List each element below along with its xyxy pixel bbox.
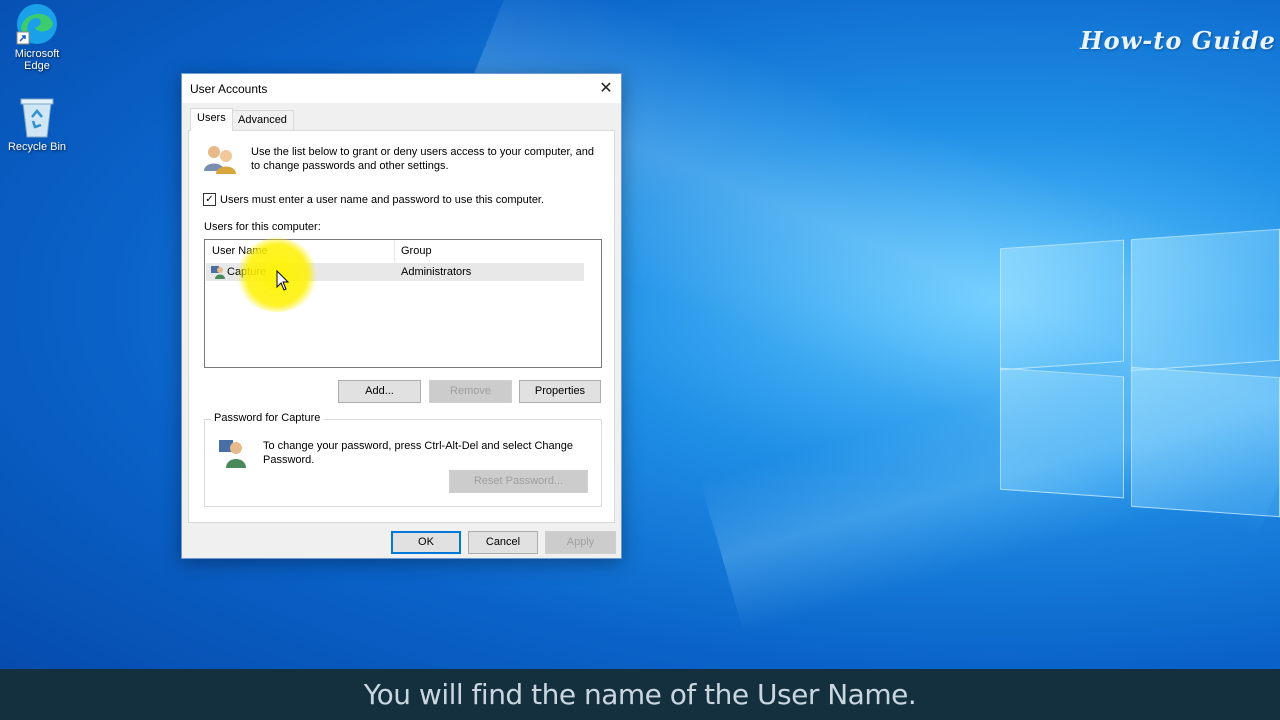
password-group-label: Password for Capture	[211, 412, 324, 424]
list-header: User Name Group	[205, 240, 585, 262]
users-tab-panel: Use the list below to grant or deny user…	[188, 130, 615, 523]
user-password-icon	[219, 440, 246, 468]
tab-users[interactable]: Users	[190, 108, 233, 131]
edge-icon	[16, 4, 57, 45]
recycle-bin-icon	[20, 98, 54, 138]
group-cell: Administrators	[401, 266, 472, 278]
tab-advanced[interactable]: Advanced	[231, 110, 294, 130]
desktop-icon-edge[interactable]: Microsoft Edge	[0, 2, 74, 72]
users-list-label: Users for this computer:	[204, 221, 321, 233]
require-login-checkbox[interactable]: ✓	[203, 193, 216, 206]
remove-button[interactable]: Remove	[429, 380, 512, 403]
reset-password-button[interactable]: Reset Password...	[449, 470, 588, 493]
users-list[interactable]: User Name Group Capture Administrators	[204, 239, 602, 368]
user-icon	[211, 266, 225, 279]
intro-text: Use the list below to grant or deny user…	[251, 146, 595, 172]
apply-button[interactable]: Apply	[545, 531, 616, 554]
title-bar[interactable]: User Accounts ✕	[182, 74, 621, 103]
desktop-icon-label-line2: Edge	[24, 60, 50, 72]
user-name-cell: Capture	[227, 266, 267, 278]
subtitle-caption: You will find the name of the User Name.	[0, 669, 1280, 720]
require-login-row[interactable]: ✓ Users must enter a user name and passw…	[203, 193, 544, 206]
column-header-user-name[interactable]: User Name	[212, 245, 268, 257]
password-group: Password for Capture To change your pass…	[204, 412, 602, 507]
user-accounts-dialog: User Accounts ✕ Users Advanced Use the l…	[181, 73, 622, 559]
desktop-icon-recycle-bin[interactable]: Recycle Bin	[0, 95, 74, 153]
mouse-pointer-icon	[276, 270, 290, 291]
require-login-label: Users must enter a user name and passwor…	[220, 193, 545, 206]
dialog-title: User Accounts	[190, 82, 268, 96]
ok-button[interactable]: OK	[391, 531, 461, 554]
column-header-group[interactable]: Group	[401, 245, 432, 257]
properties-button[interactable]: Properties	[519, 380, 601, 403]
table-row[interactable]: Capture Administrators	[206, 263, 584, 281]
password-instructions: To change your password, press Ctrl-Alt-…	[263, 440, 573, 466]
desktop-icon-label: Microsoft	[14, 48, 60, 60]
cancel-button[interactable]: Cancel	[468, 531, 538, 554]
users-group-icon	[204, 146, 236, 174]
watermark: How-to Guide	[1080, 26, 1276, 55]
windows-logo-wallpaper	[1000, 222, 1280, 522]
add-button[interactable]: Add...	[338, 380, 421, 403]
desktop-icon-label: Recycle Bin	[7, 141, 67, 153]
close-icon[interactable]: ✕	[591, 74, 621, 103]
